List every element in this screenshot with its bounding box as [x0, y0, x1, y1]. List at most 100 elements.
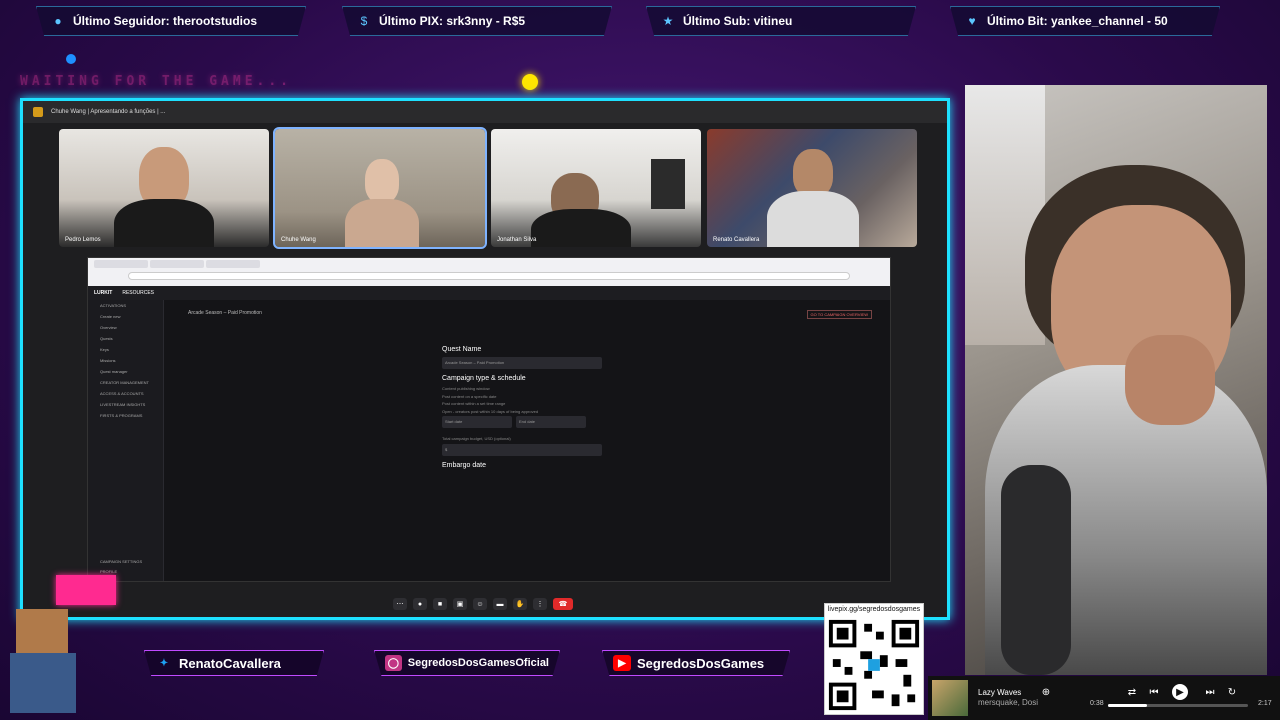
sidebar-item[interactable]: Create new [88, 311, 163, 322]
social-instagram: ◯ SegredosDosGamesOficial [374, 650, 560, 676]
breadcrumb: Arcade Season – Paid Promotion [188, 310, 262, 316]
instagram-icon: ◯ [385, 655, 402, 671]
last-follower: ● Último Seguidor: therootstudios [36, 6, 306, 36]
meeting-title: Chuhe Wang | Apresentando a funções | ..… [51, 109, 166, 115]
participant-tile[interactable]: Pedro Lemos [59, 129, 269, 247]
twitter-icon: ✦ [159, 657, 169, 669]
space-invader-icon [56, 575, 116, 605]
dollar-icon: $ [360, 14, 368, 28]
add-icon[interactable]: ⊕ [1038, 684, 1054, 700]
character-body [10, 653, 76, 713]
browser-tab[interactable] [94, 260, 148, 268]
last-sub: ★ Último Sub: vitineu [646, 6, 916, 36]
camera-icon[interactable]: ■ [433, 598, 447, 610]
youtube-icon: ▶ [613, 655, 631, 671]
end-date-input[interactable]: End date [516, 416, 586, 429]
start-date-input[interactable]: Start date [442, 416, 512, 429]
browser-tab[interactable] [206, 260, 260, 268]
quest-name-input[interactable]: Arcade Season – Paid Promotion [442, 357, 602, 369]
repeat-icon[interactable]: ↻ [1224, 684, 1240, 700]
sidebar-item[interactable]: Keys [88, 344, 163, 355]
browser-chrome [88, 258, 890, 286]
sidebar-item[interactable]: CREATOR MANAGEMENT [88, 377, 163, 388]
sidebar-item[interactable]: ACTIVATIONS [88, 300, 163, 311]
campaign-type-label: Campaign type & schedule [442, 375, 526, 382]
previous-icon[interactable]: ⏮ [1146, 684, 1162, 700]
waiting-text: WAITING FOR THE GAME... [20, 74, 293, 89]
shared-screen: LURKIT RESOURCES ACTIVATIONS Create new … [87, 257, 891, 582]
play-icon[interactable]: ▶ [1172, 684, 1188, 700]
participant-tile[interactable]: Chuhe Wang [273, 127, 487, 249]
participant-tile[interactable]: Jonathan Silva [491, 129, 701, 247]
participant-tile[interactable]: Renato Cavallera [707, 129, 917, 247]
sidebar-item[interactable]: Overview [88, 322, 163, 333]
social-youtube: ▶ SegredosDosGames [602, 650, 790, 676]
participant-name: Pedro Lemos [65, 237, 101, 243]
pixel-character [6, 575, 116, 720]
progress-fill [1108, 704, 1148, 707]
participant-name: Renato Cavallera [713, 237, 760, 243]
webcam-hand [1125, 335, 1215, 425]
last-pix: $ Último PIX: srk3nny - R$5 [342, 6, 612, 36]
app-icon [33, 107, 43, 117]
campaign-form: Quest Name Arcade Season – Paid Promotio… [442, 340, 602, 473]
captions-icon[interactable]: ▬ [493, 598, 507, 610]
character-head [16, 609, 68, 655]
share-screen-icon[interactable]: ▣ [453, 598, 467, 610]
qr-caption: livepix.gg/segredosdosgames [827, 606, 921, 613]
mic-icon[interactable]: ● [413, 598, 427, 610]
participant-name: Jonathan Silva [497, 237, 537, 243]
sidebar-item[interactable]: ACCESS & ACCOUNTS [88, 388, 163, 399]
sidebar-item[interactable]: LIVESTREAM INSIGHTS [88, 399, 163, 410]
meeting-window: Chuhe Wang | Apresentando a funções | ..… [20, 98, 950, 620]
app-header: LURKIT RESOURCES [88, 286, 890, 300]
glow-dot [522, 74, 538, 90]
budget-input[interactable]: $ [442, 443, 602, 456]
next-icon[interactable]: ⏭ [1202, 684, 1218, 700]
progress-bar[interactable] [1108, 704, 1248, 707]
campaign-overview-button[interactable]: GO TO CAMPAIGN OVERVIEW [806, 310, 872, 319]
browser-tab[interactable] [150, 260, 204, 268]
sidebar-item[interactable]: Quests [88, 333, 163, 344]
end-call-icon[interactable]: ☎ [553, 598, 573, 610]
track-info: Lazy Waves mersquake, Dosi [978, 688, 1038, 709]
microphone [1001, 465, 1071, 675]
user-icon: ● [54, 14, 62, 28]
publish-option[interactable]: Open - creators post within 10 days of b… [442, 409, 602, 415]
participant-video [531, 209, 631, 247]
wall-frame [651, 159, 685, 209]
alerts-bar: ● Último Seguidor: therootstudios $ Últi… [0, 0, 1280, 50]
album-art [932, 680, 968, 716]
music-player: Lazy Waves mersquake, Dosi ⊕ ⇄ ⏮ ▶ ⏭ ↻ 0… [928, 676, 1280, 720]
social-twitter: ✦ RenatoCavallera [144, 650, 324, 676]
embargo-label: Embargo date [442, 461, 486, 469]
more-icon[interactable]: ⋯ [393, 598, 407, 610]
glow-dot [66, 54, 76, 64]
nav-resources[interactable]: RESOURCES [122, 290, 154, 296]
social-label: SegredosDosGamesOficial [407, 657, 549, 669]
address-bar[interactable] [128, 272, 850, 280]
publishing-label: Content publishing window [442, 386, 490, 391]
options-icon[interactable]: ⋮ [533, 598, 547, 610]
quest-name-label: Quest Name [442, 346, 482, 353]
publish-option[interactable]: Post content within a set time range [442, 401, 602, 407]
publish-option[interactable]: Post content on a specific date [442, 394, 602, 400]
sidebar-item[interactable]: FIRSTS & PROGRAMS [88, 410, 163, 421]
participant-video [365, 159, 399, 203]
social-label: RenatoCavallera [179, 655, 281, 671]
participant-video [345, 199, 419, 247]
sidebar-item[interactable]: Quest manager [88, 366, 163, 377]
livepix-qr: livepix.gg/segredosdosgames [824, 603, 924, 715]
raise-hand-icon[interactable]: ✋ [513, 598, 527, 610]
track-artist: mersquake, Dosi [978, 698, 1039, 707]
heart-icon: ♥ [968, 14, 976, 28]
budget-label: Total campaign budget, USD (optional) [442, 436, 511, 442]
app-main: Arcade Season – Paid Promotion GO TO CAM… [164, 300, 890, 581]
sidebar-item[interactable]: Missions [88, 355, 163, 366]
shuffle-icon[interactable]: ⇄ [1124, 684, 1140, 700]
participant-tiles: Pedro Lemos Chuhe Wang Jonathan Silva Re… [59, 127, 917, 249]
participant-video [767, 191, 859, 247]
reactions-icon[interactable]: ☺ [473, 598, 487, 610]
meeting-title-bar: Chuhe Wang | Apresentando a funções | ..… [23, 101, 947, 123]
star-icon: ★ [662, 14, 674, 28]
